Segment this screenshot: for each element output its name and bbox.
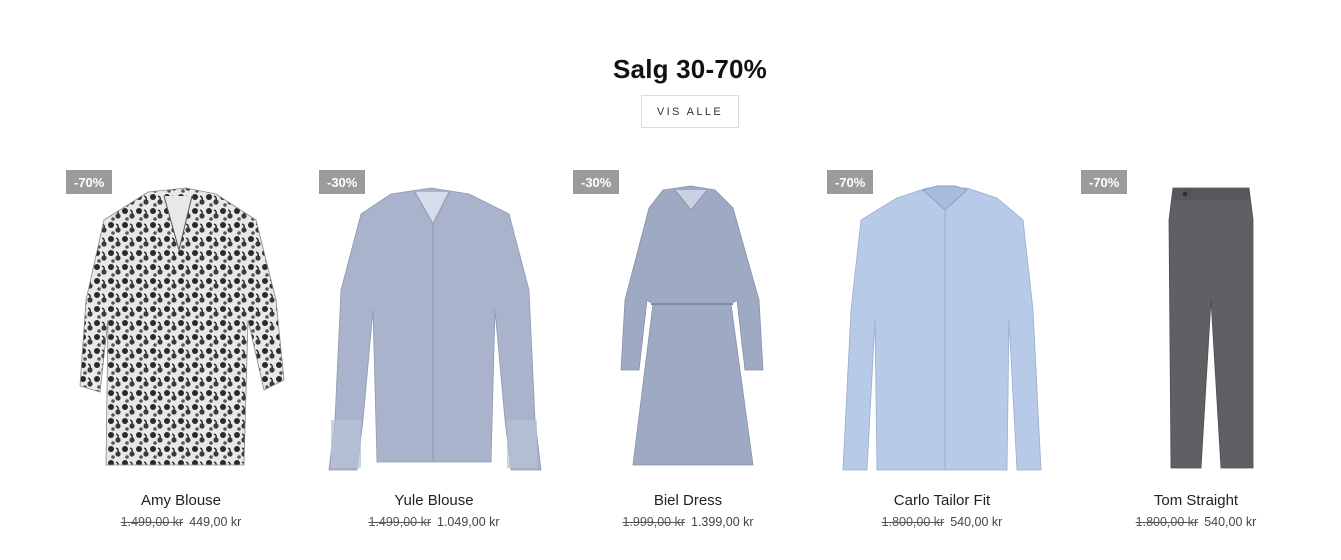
product-prices: 1.499,00 kr 449,00 kr bbox=[66, 515, 296, 529]
product-prices: 1.999,00 kr 1.399,00 kr bbox=[573, 515, 803, 529]
discount-badge: -70% bbox=[66, 170, 113, 194]
original-price: 1.800,00 kr bbox=[881, 515, 945, 529]
original-price: 1.499,00 kr bbox=[368, 515, 431, 529]
product-card[interactable]: -30% Yule Blouse 1.499,00 kr 1.049,00 kr bbox=[319, 170, 549, 550]
discount-badge: -70% bbox=[827, 170, 874, 194]
product-card[interactable]: -30% Biel Dress 1.999,00 kr 1.399,00 kr bbox=[573, 170, 803, 550]
product-image-grey-trousers[interactable] bbox=[1081, 180, 1311, 475]
product-prices: 1.800,00 kr 540,00 kr bbox=[827, 515, 1057, 529]
original-price: 1.999,00 kr bbox=[622, 515, 685, 529]
product-name[interactable]: Amy Blouse bbox=[66, 492, 296, 509]
sale-price: 449,00 kr bbox=[189, 515, 242, 529]
product-name[interactable]: Carlo Tailor Fit bbox=[827, 492, 1057, 509]
product-name[interactable]: Yule Blouse bbox=[319, 492, 549, 509]
product-image-light-blue-shirt[interactable] bbox=[827, 180, 1057, 475]
sale-price: 1.049,00 kr bbox=[437, 515, 500, 529]
product-image-blue-dress[interactable] bbox=[573, 180, 803, 475]
product-card[interactable]: -70% Carlo Tailor Fit 1.800,00 kr 540,00 … bbox=[827, 170, 1057, 550]
sale-price: 540,00 kr bbox=[950, 515, 1003, 529]
product-prices: 1.499,00 kr 1.049,00 kr bbox=[319, 515, 549, 529]
product-name[interactable]: Tom Straight bbox=[1081, 492, 1311, 509]
discount-badge: -70% bbox=[1081, 170, 1128, 194]
original-price: 1.499,00 kr bbox=[120, 515, 184, 529]
discount-badge: -30% bbox=[319, 170, 366, 194]
product-card[interactable]: -70% Tom Straight 1.800,00 kr 540,00 kr bbox=[1081, 170, 1311, 550]
section-title: Salg 30-70% bbox=[613, 54, 767, 84]
original-price: 1.800,00 kr bbox=[1135, 515, 1199, 529]
sale-price: 540,00 kr bbox=[1204, 515, 1257, 529]
discount-badge: -30% bbox=[573, 170, 620, 194]
product-prices: 1.800,00 kr 540,00 kr bbox=[1081, 515, 1311, 529]
sale-price: 1.399,00 kr bbox=[691, 515, 754, 529]
product-name[interactable]: Biel Dress bbox=[573, 492, 803, 509]
product-image-floral-blouse[interactable] bbox=[66, 180, 296, 475]
view-all-button[interactable]: VIS ALLE bbox=[641, 95, 739, 128]
product-image-blue-blouse[interactable] bbox=[319, 180, 549, 475]
product-card[interactable]: -70% Amy Blouse 1.499,00 kr 449,00 kr bbox=[66, 170, 296, 550]
sale-section: Salg 30-70% VIS ALLE -70% Amy Blouse 1.4… bbox=[0, 0, 1341, 560]
